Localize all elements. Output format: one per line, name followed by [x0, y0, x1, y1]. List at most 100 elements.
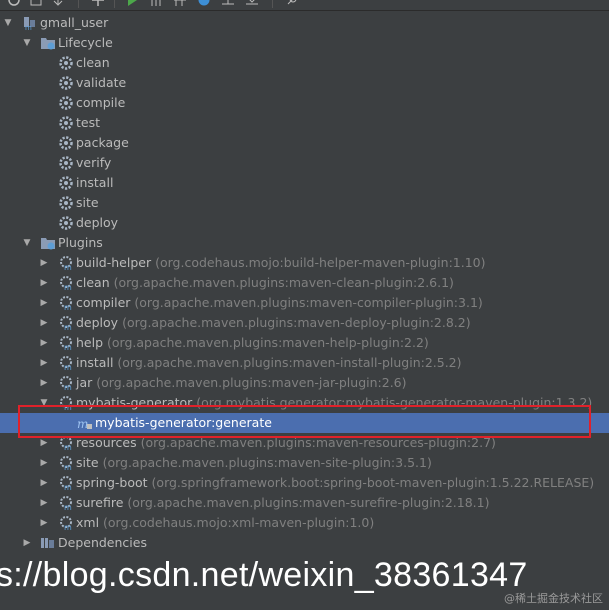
plugin-goal-generate[interactable]: m mybatis-generator:generate [0, 413, 609, 433]
phase-label: deploy [76, 215, 119, 230]
lifecycle-phase[interactable]: deploy [0, 213, 609, 233]
expand-arrow-icon[interactable]: ▼ [22, 233, 32, 253]
lifecycle-phase[interactable]: test [0, 113, 609, 133]
plugin-name: jar [76, 375, 93, 390]
lifecycle-phase[interactable]: site [0, 193, 609, 213]
expand-arrow-icon[interactable]: ▼ [3, 13, 13, 33]
svg-text:m: m [64, 363, 72, 371]
plugin-coordinates: (org.apache.maven.plugins:maven-jar-plug… [96, 375, 407, 390]
lifecycle-phase[interactable]: clean [0, 53, 609, 73]
gear-icon [59, 56, 73, 70]
collapse-all-icon[interactable] [246, 0, 258, 6]
maven-plugin-icon: m [60, 356, 72, 371]
svg-text:m: m [64, 403, 72, 411]
plugin-item[interactable]: ▶ m build-helper (org.codehaus.mojo:buil… [0, 253, 609, 273]
lifecycle-phase[interactable]: validate [0, 73, 609, 93]
add-icon[interactable] [92, 0, 104, 6]
project-name: gmall_user [40, 15, 109, 30]
reimport-icon[interactable] [8, 0, 20, 6]
lifecycle-phase[interactable]: verify [0, 153, 609, 173]
expand-arrow-icon[interactable]: ▶ [39, 293, 49, 313]
expand-arrow-icon[interactable]: ▶ [39, 473, 49, 493]
generate-sources-icon[interactable] [30, 0, 42, 6]
plugin-item[interactable]: ▶ m clean (org.apache.maven.plugins:mave… [0, 273, 609, 293]
plugin-label: clean (org.apache.maven.plugins:maven-cl… [76, 273, 454, 293]
lifecycle-phase[interactable]: install [0, 173, 609, 193]
expand-arrow-icon[interactable]: ▶ [39, 253, 49, 273]
plugin-label: resources (org.apache.maven.plugins:mave… [76, 433, 496, 453]
plugins-node[interactable]: ▼ Plugins [0, 233, 609, 253]
expand-arrow-icon[interactable]: ▶ [39, 313, 49, 333]
plugin-coordinates: (org.apache.maven.plugins:maven-compiler… [134, 295, 483, 310]
community-watermark: @稀土掘金技术社区 [504, 592, 603, 605]
toggle-offline-icon[interactable] [174, 0, 186, 6]
execute-goal-icon[interactable] [150, 0, 162, 6]
phase-label: verify [76, 155, 112, 170]
lifecycle-node[interactable]: ▼ Lifecycle [0, 33, 609, 53]
skip-tests-icon[interactable] [198, 0, 210, 6]
plugin-item[interactable]: ▶ m site (org.apache.maven.plugins:maven… [0, 453, 609, 473]
plugin-item-mybatis-generator[interactable]: ▼ m mybatis-generator (org.mybatis.gener… [0, 393, 609, 413]
expand-arrow-icon[interactable]: ▶ [39, 493, 49, 513]
expand-arrow-icon[interactable]: ▶ [22, 533, 32, 553]
lifecycle-phase[interactable]: compile [0, 93, 609, 113]
plugin-name: clean [76, 275, 110, 290]
plugin-item[interactable]: ▶ m spring-boot (org.springframework.boo… [0, 473, 609, 493]
dependencies-node[interactable]: ▶ Dependencies [0, 533, 609, 553]
plugin-name: xml [76, 515, 100, 530]
dependencies-label: Dependencies [58, 535, 147, 550]
maven-plugin-icon: m [60, 336, 72, 351]
phase-label: install [76, 175, 114, 190]
svg-text:m: m [64, 283, 72, 291]
maven-plugin-icon: m [60, 296, 72, 311]
expand-arrow-icon[interactable]: ▶ [39, 433, 49, 453]
expand-arrow-icon[interactable]: ▶ [39, 273, 49, 293]
phase-label: package [76, 135, 129, 150]
svg-text:m: m [77, 417, 88, 431]
download-icon[interactable] [52, 0, 64, 6]
plugin-item[interactable]: ▶ m deploy (org.apache.maven.plugins:mav… [0, 313, 609, 333]
plugin-name: compiler [76, 295, 131, 310]
expand-arrow-icon[interactable]: ▼ [39, 393, 49, 413]
maven-plugin-icon: m [60, 276, 72, 291]
plugin-label: install (org.apache.maven.plugins:maven-… [76, 353, 462, 373]
show-dependencies-icon[interactable] [222, 0, 234, 6]
plugin-item[interactable]: ▶ m surefire (org.apache.maven.plugins:m… [0, 493, 609, 513]
maven-plugin-icon: m [60, 396, 72, 411]
settings-wrench-icon[interactable] [286, 0, 298, 6]
plugin-coordinates: (org.apache.maven.plugins:maven-site-plu… [102, 455, 432, 470]
plugin-item[interactable]: ▶ m install (org.apache.maven.plugins:ma… [0, 353, 609, 373]
expand-arrow-icon[interactable]: ▶ [39, 513, 49, 533]
plugin-item[interactable]: ▶ m jar (org.apache.maven.plugins:maven-… [0, 373, 609, 393]
plugin-label: surefire (org.apache.maven.plugins:maven… [76, 493, 489, 513]
expand-arrow-icon[interactable]: ▶ [39, 453, 49, 473]
svg-text:m: m [64, 443, 72, 451]
svg-text:m: m [64, 303, 72, 311]
lifecycle-phase[interactable]: package [0, 133, 609, 153]
plugins-folder-icon [41, 238, 55, 250]
expand-arrow-icon[interactable]: ▶ [39, 353, 49, 373]
expand-arrow-icon[interactable]: ▶ [39, 333, 49, 353]
plugin-item[interactable]: ▶ m xml (org.codehaus.mojo:xml-maven-plu… [0, 513, 609, 533]
plugin-name: help [76, 335, 104, 350]
plugin-coordinates: (org.apache.maven.plugins:maven-resource… [140, 435, 496, 450]
lifecycle-label: Lifecycle [58, 35, 113, 50]
plugin-item[interactable]: ▶ m resources (org.apache.maven.plugins:… [0, 433, 609, 453]
phase-label: clean [76, 55, 110, 70]
expand-arrow-icon[interactable]: ▼ [22, 33, 32, 53]
expand-arrow-icon[interactable]: ▶ [39, 373, 49, 393]
plugin-name: surefire [76, 495, 124, 510]
maven-plugin-icon: m [60, 476, 72, 491]
run-icon[interactable] [126, 0, 138, 6]
plugin-item[interactable]: ▶ m help (org.apache.maven.plugins:maven… [0, 333, 609, 353]
plugin-label: spring-boot (org.springframework.boot:sp… [76, 473, 594, 493]
lifecycle-folder-icon [41, 38, 55, 50]
plugin-coordinates: (org.apache.maven.plugins:maven-surefire… [127, 495, 490, 510]
project-node[interactable]: ▼ m gmall_user [0, 13, 609, 33]
plugin-item[interactable]: ▶ m compiler (org.apache.maven.plugins:m… [0, 293, 609, 313]
blog-url-watermark: s://blog.csdn.net/weixin_38361347 [0, 556, 528, 594]
plugin-label: deploy (org.apache.maven.plugins:maven-d… [76, 313, 471, 333]
gear-icon [59, 136, 73, 150]
plugin-label: mybatis-generator (org.mybatis.generator… [76, 393, 592, 413]
plugin-coordinates: (org.codehaus.mojo:xml-maven-plugin:1.0) [103, 515, 375, 530]
